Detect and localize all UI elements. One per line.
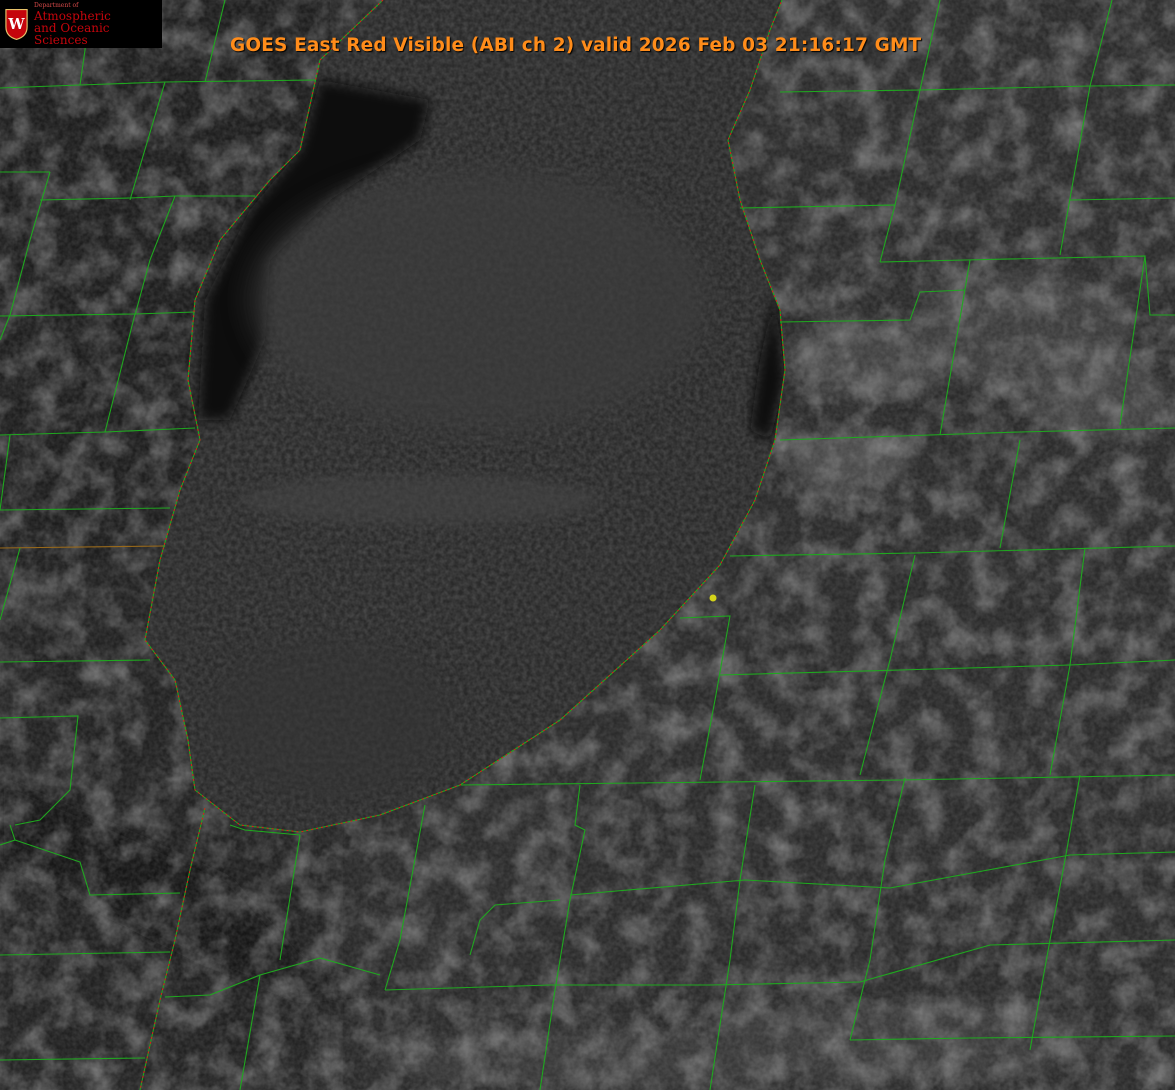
logo-line-1: Atmospheric — [34, 8, 111, 23]
satellite-map — [0, 0, 1175, 1090]
logo-line-2: and Oceanic Sciences — [34, 20, 110, 47]
logo-department: Department of — [34, 1, 79, 9]
crest-letter: W — [7, 16, 25, 33]
uw-crest-icon: W — [5, 8, 28, 41]
uw-aos-logo: W Department of Atmospheric and Oceanic … — [0, 0, 162, 48]
image-title: GOES East Red Visible (ABI ch 2) valid 2… — [230, 35, 922, 56]
station-dot-icon — [709, 594, 717, 602]
